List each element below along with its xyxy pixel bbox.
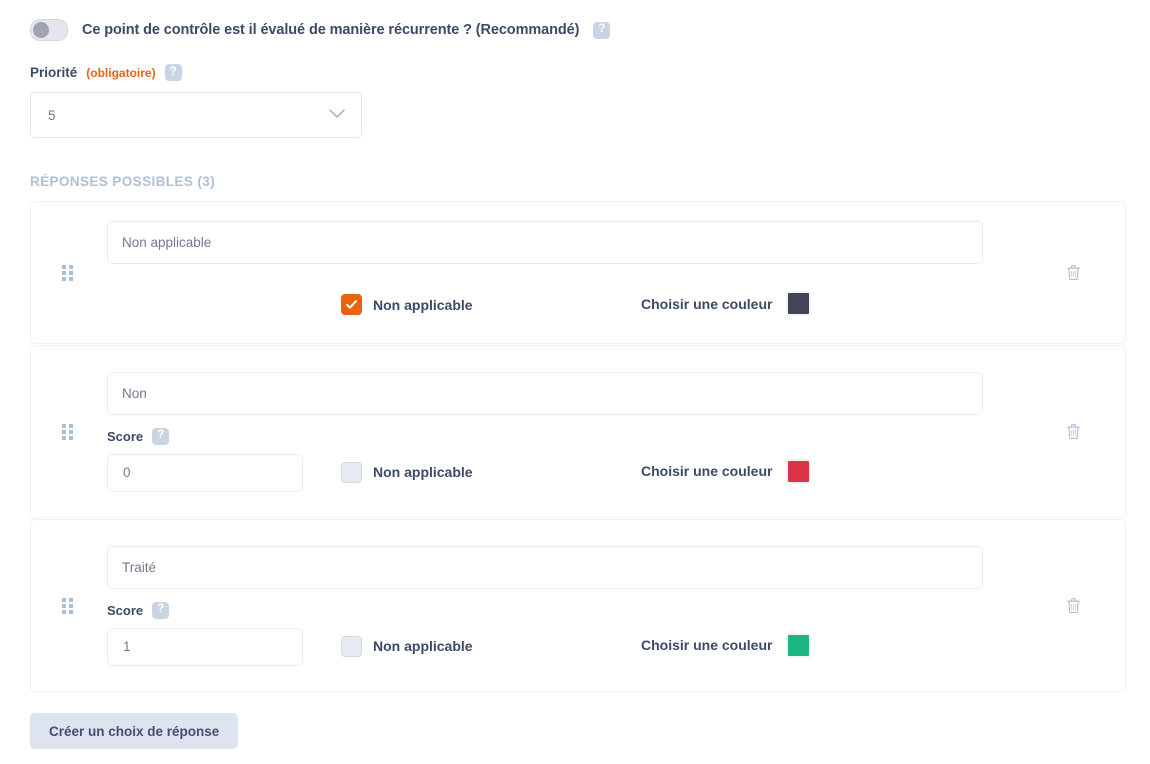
not-applicable-checkbox-checked[interactable] bbox=[341, 294, 362, 315]
answer-card-body: Traité Score ? 1 Non applicable Choisir … bbox=[76, 546, 1125, 666]
delete-answer-button[interactable] bbox=[1063, 422, 1083, 442]
score-label-row: Score ? bbox=[107, 428, 303, 445]
answer-text-input[interactable]: Traité bbox=[107, 546, 983, 589]
not-applicable-label: Non applicable bbox=[373, 638, 473, 654]
answer-text-input[interactable]: Non applicable bbox=[107, 221, 983, 264]
toggle-knob bbox=[33, 22, 49, 38]
answer-card-body: Non Score ? 0 Non applicable Choisir une… bbox=[76, 372, 1125, 492]
score-label: Score bbox=[107, 603, 143, 618]
answer-card-body: Non applicable Non applicable bbox=[76, 221, 1125, 324]
answer-cards-list: Non applicable Non applicable bbox=[0, 201, 1150, 692]
priority-select-value: 5 bbox=[48, 108, 56, 123]
choose-color-label: Choisir une couleur bbox=[641, 637, 772, 653]
trash-icon bbox=[1066, 423, 1081, 440]
answer-card-controls: Score ? 0 Non applicable Choisir une cou… bbox=[107, 428, 1105, 492]
trash-icon bbox=[1066, 597, 1081, 614]
priority-label: Priorité bbox=[30, 65, 77, 80]
help-icon[interactable]: ? bbox=[152, 428, 169, 445]
score-label-row: Score ? bbox=[107, 602, 303, 619]
choose-color-control[interactable]: Choisir une couleur bbox=[641, 459, 811, 492]
color-swatch[interactable] bbox=[786, 291, 811, 316]
create-answer-choice-button[interactable]: Créer un choix de réponse bbox=[30, 713, 238, 749]
answer-card: Non Score ? 0 Non applicable Choisir une… bbox=[30, 345, 1126, 518]
help-icon[interactable]: ? bbox=[152, 602, 169, 619]
section-title-text: RÉPONSES POSSIBLES bbox=[30, 174, 193, 189]
not-applicable-toggle[interactable]: Non applicable bbox=[341, 636, 641, 666]
delete-answer-button[interactable] bbox=[1063, 263, 1083, 283]
help-icon[interactable]: ? bbox=[165, 64, 182, 81]
recurring-evaluation-label: Ce point de contrôle est il évalué de ma… bbox=[82, 22, 579, 38]
not-applicable-label: Non applicable bbox=[373, 464, 473, 480]
score-group: Score ? 1 bbox=[107, 602, 303, 666]
help-icon[interactable]: ? bbox=[593, 22, 610, 39]
not-applicable-checkbox-unchecked[interactable] bbox=[341, 636, 362, 657]
score-label: Score bbox=[107, 429, 143, 444]
color-swatch[interactable] bbox=[786, 633, 811, 658]
priority-select[interactable]: 5 bbox=[30, 92, 362, 138]
answer-card-controls: Score ? 1 Non applicable Choisir une cou… bbox=[107, 602, 1105, 666]
color-swatch[interactable] bbox=[786, 459, 811, 484]
drag-handle-icon[interactable] bbox=[62, 424, 76, 440]
choose-color-label: Choisir une couleur bbox=[641, 463, 772, 479]
score-group: Score ? 0 bbox=[107, 428, 303, 492]
drag-handle-icon[interactable] bbox=[62, 598, 76, 614]
score-input[interactable]: 0 bbox=[107, 454, 303, 492]
chevron-down-icon bbox=[329, 106, 345, 124]
answer-card: Non applicable Non applicable bbox=[30, 201, 1126, 344]
section-title: RÉPONSES POSSIBLES (3) bbox=[0, 138, 1150, 201]
trash-icon bbox=[1066, 264, 1081, 281]
not-applicable-toggle[interactable]: Non applicable bbox=[341, 462, 641, 492]
not-applicable-label: Non applicable bbox=[373, 297, 473, 313]
choose-color-control[interactable]: Choisir une couleur bbox=[641, 633, 811, 666]
delete-answer-button[interactable] bbox=[1063, 596, 1083, 616]
priority-label-row: Priorité (obligatoire) ? bbox=[30, 64, 1150, 81]
priority-block: Priorité (obligatoire) ? 5 bbox=[0, 42, 1150, 138]
section-title-count: (3) bbox=[197, 174, 215, 189]
choose-color-control[interactable]: Choisir une couleur bbox=[641, 291, 811, 324]
drag-handle-icon[interactable] bbox=[62, 265, 76, 281]
footer-actions: Créer un choix de réponse bbox=[0, 693, 1150, 749]
answer-card: Traité Score ? 1 Non applicable Choisir … bbox=[30, 519, 1126, 692]
answer-card-controls: Non applicable Choisir une couleur bbox=[107, 277, 1105, 324]
choose-color-label: Choisir une couleur bbox=[641, 296, 772, 312]
not-applicable-toggle[interactable]: Non applicable bbox=[341, 294, 641, 324]
answer-text-input[interactable]: Non bbox=[107, 372, 983, 415]
not-applicable-checkbox-unchecked[interactable] bbox=[341, 462, 362, 483]
priority-required-note: (obligatoire) bbox=[86, 66, 155, 80]
recurring-evaluation-toggle[interactable] bbox=[30, 19, 68, 41]
score-input[interactable]: 1 bbox=[107, 628, 303, 666]
recurring-evaluation-row: Ce point de contrôle est il évalué de ma… bbox=[0, 0, 1150, 42]
